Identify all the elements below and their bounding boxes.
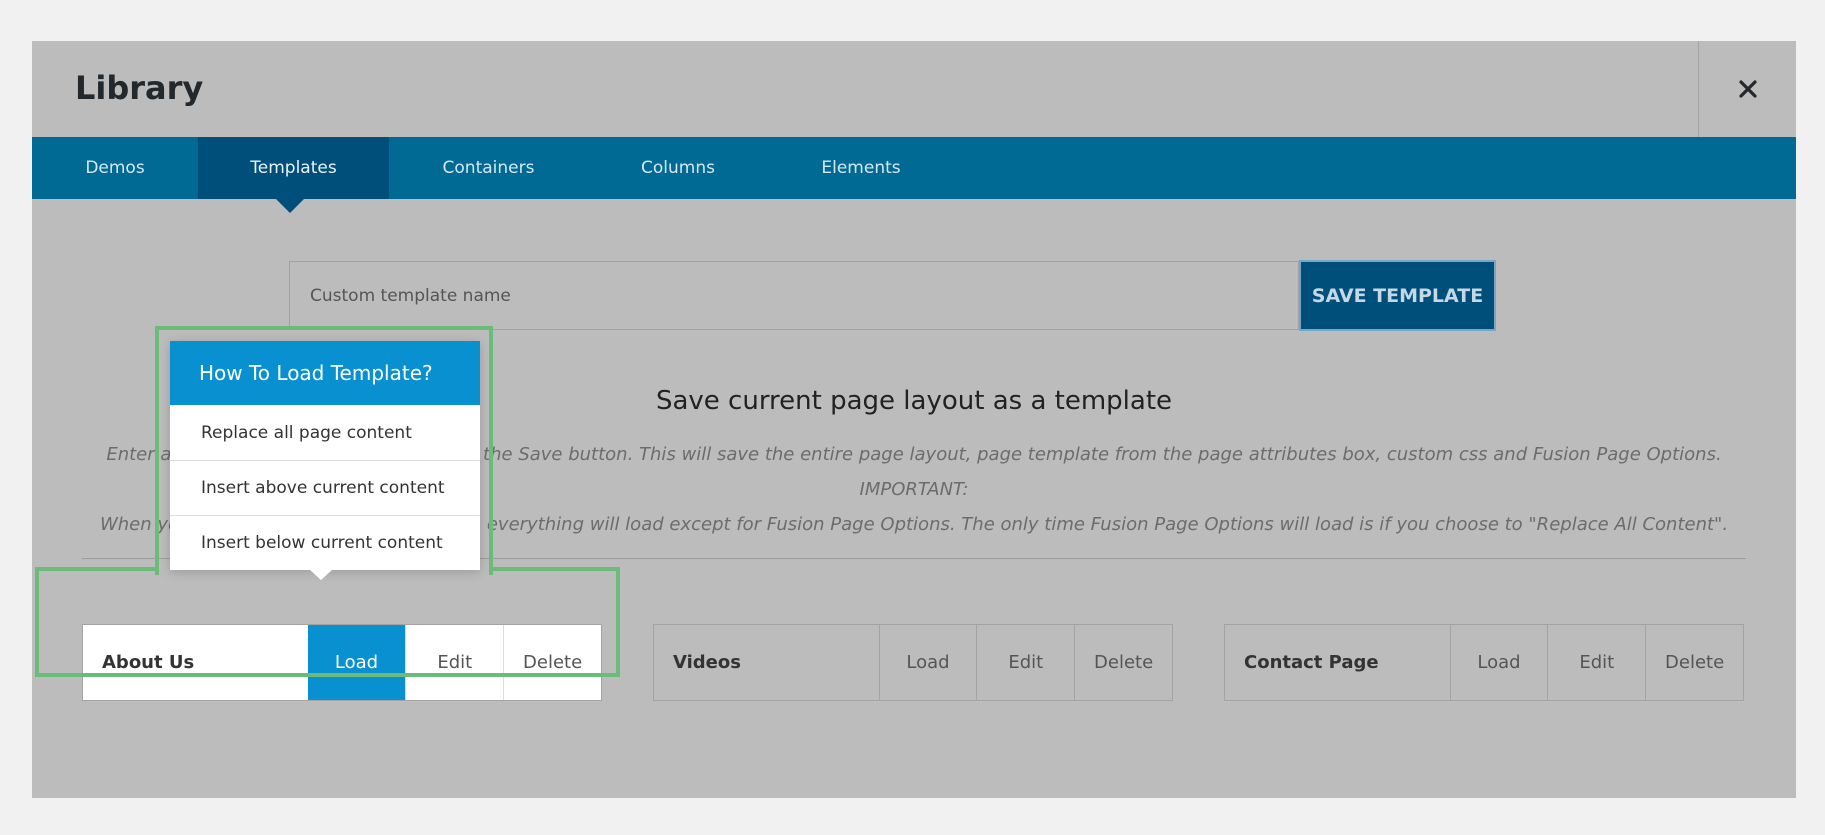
option-insert-above[interactable]: Insert above current content bbox=[170, 460, 480, 515]
load-button[interactable]: Load bbox=[307, 625, 406, 700]
template-item-about-us: About Us Load Edit Delete bbox=[82, 624, 602, 701]
delete-button[interactable]: Delete bbox=[1645, 625, 1743, 700]
popover-title: How To Load Template? bbox=[170, 341, 480, 405]
modal-header: Library bbox=[32, 41, 1796, 137]
template-item-contact-page: Contact Page Load Edit Delete bbox=[1224, 624, 1744, 701]
template-name: Contact Page bbox=[1244, 652, 1379, 673]
template-item-videos: Videos Load Edit Delete bbox=[653, 624, 1173, 701]
template-name-input[interactable] bbox=[289, 261, 1299, 330]
edit-button[interactable]: Edit bbox=[1547, 625, 1645, 700]
modal-title: Library bbox=[75, 69, 204, 107]
popover-caret-icon bbox=[310, 570, 332, 580]
delete-button[interactable]: Delete bbox=[503, 625, 601, 700]
load-button[interactable]: Load bbox=[1449, 625, 1548, 700]
tab-demos[interactable]: Demos bbox=[32, 137, 198, 199]
tab-columns[interactable]: Columns bbox=[588, 137, 768, 199]
tab-templates[interactable]: Templates bbox=[198, 137, 389, 199]
highlight-outline-segment bbox=[489, 567, 620, 571]
option-insert-below[interactable]: Insert below current content bbox=[170, 515, 480, 570]
tab-containers[interactable]: Containers bbox=[389, 137, 588, 199]
active-tab-caret-icon bbox=[276, 199, 304, 213]
option-replace-all[interactable]: Replace all page content bbox=[170, 405, 480, 460]
close-button[interactable] bbox=[1698, 41, 1796, 137]
load-button[interactable]: Load bbox=[878, 625, 977, 700]
close-icon bbox=[1738, 80, 1757, 98]
tab-bar: Demos Templates Containers Columns Eleme… bbox=[32, 137, 1796, 199]
tab-elements[interactable]: Elements bbox=[768, 137, 954, 199]
highlight-outline-segment bbox=[35, 567, 159, 571]
save-template-button[interactable]: SAVE TEMPLATE bbox=[1299, 260, 1496, 331]
template-name: Videos bbox=[673, 652, 741, 673]
delete-button[interactable]: Delete bbox=[1074, 625, 1172, 700]
edit-button[interactable]: Edit bbox=[976, 625, 1074, 700]
template-name: About Us bbox=[102, 652, 195, 673]
load-template-popover: How To Load Template? Replace all page c… bbox=[170, 341, 480, 580]
edit-button[interactable]: Edit bbox=[405, 625, 503, 700]
